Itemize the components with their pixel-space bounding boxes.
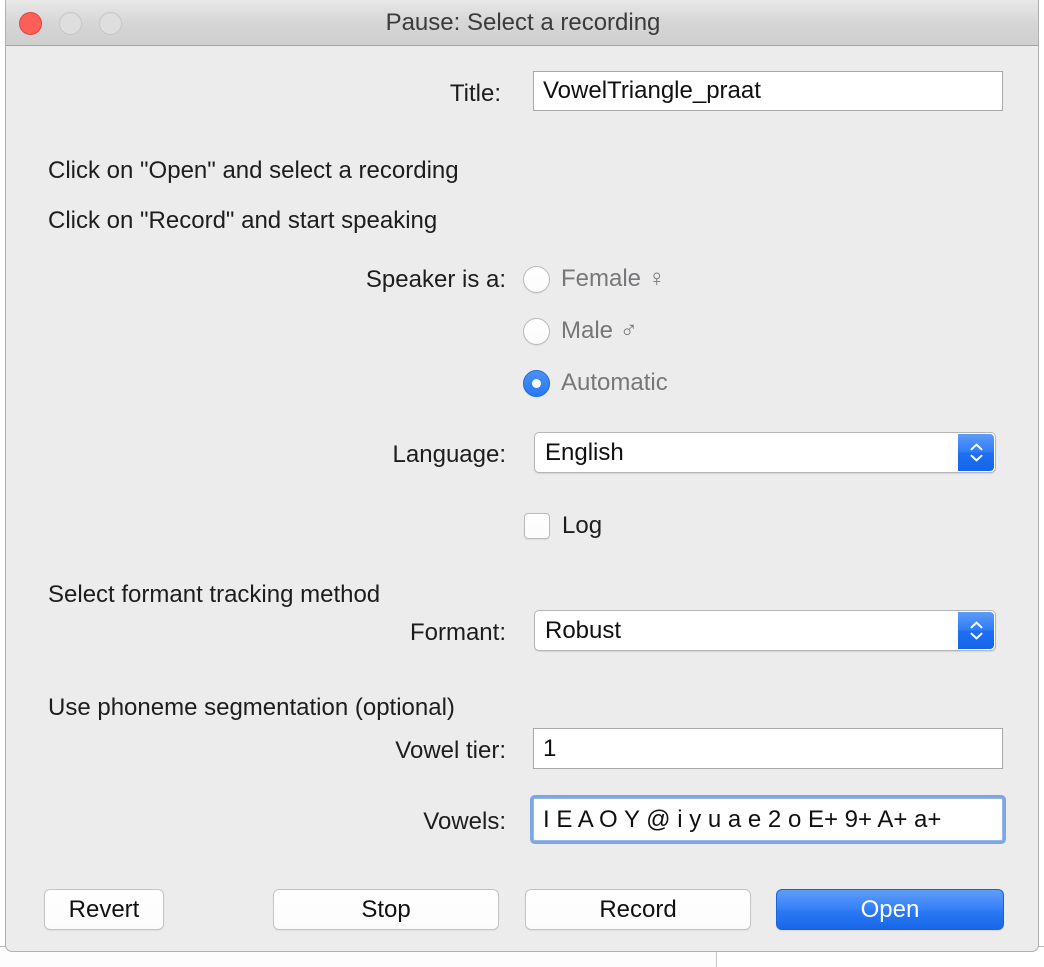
- log-checkbox-row[interactable]: Log: [524, 512, 602, 540]
- radio-option-male[interactable]: Male ♂: [523, 317, 638, 345]
- formant-selected-value: Robust: [545, 617, 621, 645]
- log-checkbox-label: Log: [562, 512, 602, 540]
- language-label: Language:: [186, 441, 506, 469]
- dialog-content: Title: VowelTriangle_praat Click on "Ope…: [5, 46, 1039, 952]
- speaker-group-label: Speaker is a:: [156, 266, 506, 294]
- radio-option-female[interactable]: Female ♀: [523, 265, 666, 293]
- vowels-input[interactable]: I E A O Y @ i y u a e 2 o E+ 9+ A+ a+: [533, 798, 1003, 841]
- formant-stepper-icon[interactable]: [958, 612, 994, 649]
- checkbox-icon[interactable]: [524, 513, 550, 539]
- language-select[interactable]: English: [534, 432, 996, 473]
- chevron-down-icon: [970, 454, 983, 462]
- radio-circle-icon[interactable]: [523, 318, 550, 345]
- radio-option-automatic[interactable]: Automatic: [523, 369, 668, 397]
- radio-circle-icon[interactable]: [523, 266, 550, 293]
- language-stepper-icon[interactable]: [958, 434, 994, 471]
- window-title: Pause: Select a recording: [5, 0, 1039, 45]
- radio-label-female: Female ♀: [561, 265, 666, 293]
- record-button[interactable]: Record: [525, 889, 751, 930]
- radio-label-automatic: Automatic: [561, 369, 668, 397]
- formant-section-heading: Select formant tracking method: [48, 581, 380, 609]
- radio-label-male: Male ♂: [561, 317, 638, 345]
- instruction-open-line: Click on "Open" and select a recording: [48, 157, 459, 185]
- pause-dialog-window: Pause: Select a recording Title: VowelTr…: [5, 0, 1039, 952]
- window-titlebar: Pause: Select a recording: [5, 0, 1039, 46]
- chevron-up-icon: [970, 621, 983, 629]
- revert-button[interactable]: Revert: [44, 889, 164, 930]
- language-selected-value: English: [545, 439, 624, 467]
- formant-select[interactable]: Robust: [534, 610, 996, 651]
- radio-circle-selected-icon[interactable]: [523, 370, 550, 397]
- vowel-tier-input[interactable]: 1: [533, 728, 1003, 769]
- stop-button[interactable]: Stop: [273, 889, 499, 930]
- vowels-label: Vowels:: [196, 808, 506, 836]
- title-input[interactable]: VowelTriangle_praat: [533, 71, 1003, 111]
- chevron-up-icon: [970, 443, 983, 451]
- chevron-down-icon: [970, 632, 983, 640]
- open-button[interactable]: Open: [776, 889, 1004, 930]
- screen: Pause: Select a recording Title: VowelTr…: [0, 0, 1044, 967]
- instruction-record-line: Click on "Record" and start speaking: [48, 207, 437, 235]
- formant-label: Formant:: [206, 619, 506, 647]
- segmentation-section-heading: Use phoneme segmentation (optional): [48, 694, 455, 722]
- vowel-tier-label: Vowel tier:: [196, 737, 506, 765]
- title-field-label: Title:: [301, 80, 501, 108]
